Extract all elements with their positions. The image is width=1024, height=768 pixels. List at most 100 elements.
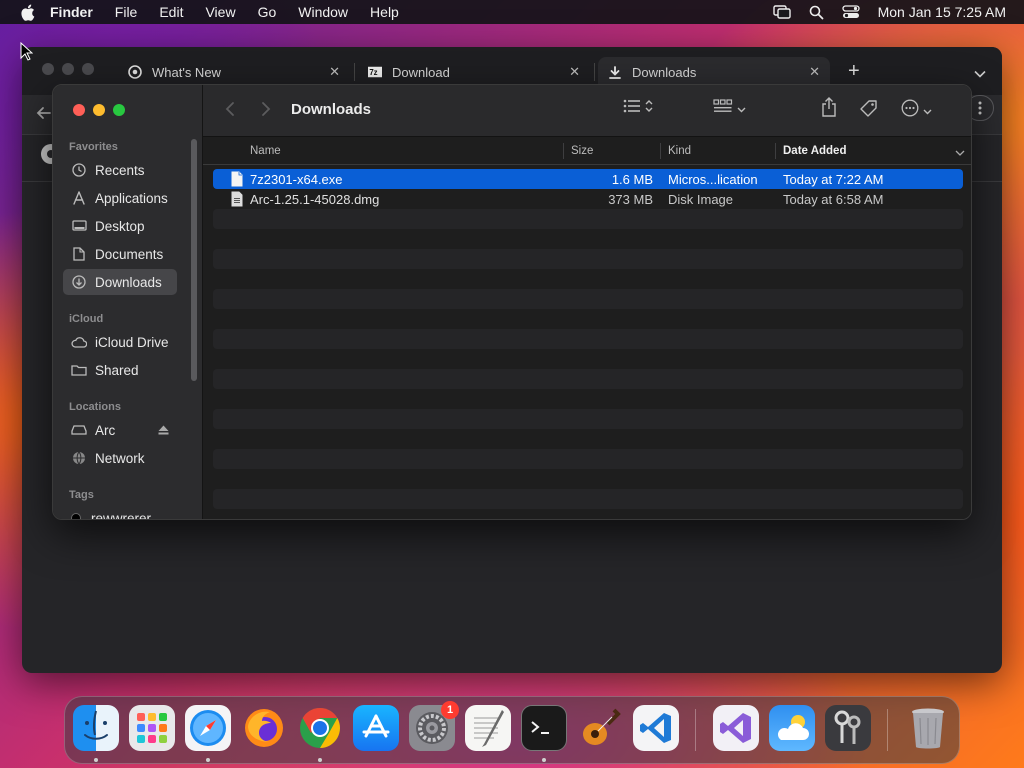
tab-close-icon[interactable]: ✕ <box>569 64 580 80</box>
column-header: Name Size Kind Date Added <box>203 137 971 165</box>
dock-finder-icon[interactable] <box>73 705 119 751</box>
sidebar-item-shared[interactable]: Shared <box>63 357 177 383</box>
dock-chrome-icon[interactable] <box>297 705 343 751</box>
new-tab-button[interactable]: + <box>848 61 860 81</box>
dock-firefox-icon[interactable] <box>241 705 287 751</box>
sidebar-item-label: Recents <box>95 162 145 178</box>
clock-icon <box>71 162 87 178</box>
sidebar-item-applications[interactable]: Applications <box>63 185 177 211</box>
file-row[interactable]: Arc-1.25.1-45028.dmg 373 MB Disk Image T… <box>213 189 963 209</box>
column-divider[interactable] <box>660 143 661 159</box>
browser-tab-download[interactable]: 7z Download ✕ <box>358 57 590 87</box>
dock-app-store-icon[interactable] <box>353 705 399 751</box>
browser-tab-whats-new[interactable]: What's New ✕ <box>118 57 350 87</box>
notification-badge: 1 <box>441 701 459 719</box>
group-by-button[interactable] <box>713 99 746 118</box>
file-name: 7z2301-x64.exe <box>250 172 343 187</box>
menu-go[interactable]: Go <box>258 4 277 20</box>
back-chevron-icon[interactable] <box>225 101 235 122</box>
tab-close-icon[interactable]: ✕ <box>809 64 820 80</box>
empty-row <box>213 429 963 449</box>
tab-title: What's New <box>152 64 221 80</box>
dock: 1 <box>64 696 960 764</box>
minimize-button[interactable] <box>93 104 105 116</box>
dock-visual-studio-icon[interactable] <box>713 705 759 751</box>
menu-view[interactable]: View <box>205 4 235 20</box>
sidebar-item-recents[interactable]: Recents <box>63 157 177 183</box>
sidebar-item-label: Applications <box>95 190 168 206</box>
mouse-cursor-icon <box>20 41 34 66</box>
dock-vscode-icon[interactable] <box>633 705 679 751</box>
menu-app-name[interactable]: Finder <box>50 4 93 20</box>
column-kind[interactable]: Kind <box>668 145 691 157</box>
menu-window[interactable]: Window <box>298 4 348 20</box>
dock-garageband-icon[interactable] <box>577 705 623 751</box>
share-button[interactable] <box>821 97 837 122</box>
tab-separator <box>594 63 595 81</box>
menu-clock[interactable]: Mon Jan 15 7:25 AM <box>878 4 1006 20</box>
back-arrow-icon[interactable] <box>36 105 52 126</box>
sidebar-item-downloads[interactable]: Downloads <box>63 269 177 295</box>
column-date-added[interactable]: Date Added <box>783 145 846 157</box>
spotlight-search-icon[interactable] <box>809 5 824 20</box>
browser-close-button[interactable] <box>42 63 54 75</box>
sidebar-scrollbar[interactable] <box>191 139 197 381</box>
dock-safari-icon[interactable] <box>185 705 231 751</box>
zoom-button[interactable] <box>113 104 125 116</box>
sidebar-item-label: Network <box>95 450 145 466</box>
tab-close-icon[interactable]: ✕ <box>329 64 340 80</box>
file-size: 373 MB <box>608 192 653 207</box>
tags-button[interactable] <box>859 99 879 124</box>
sidebar-section-tags: Tags <box>69 489 94 501</box>
sidebar-section-locations: Locations <box>69 401 121 413</box>
browser-zoom-button[interactable] <box>82 63 94 75</box>
forward-chevron-icon[interactable] <box>261 101 271 122</box>
tab-separator <box>354 63 355 81</box>
sidebar-item-desktop[interactable]: Desktop <box>63 213 177 239</box>
action-menu-button[interactable] <box>901 99 932 122</box>
column-divider[interactable] <box>775 143 776 159</box>
file-kind: Disk Image <box>668 192 734 207</box>
dock-weather-icon[interactable] <box>769 705 815 751</box>
sidebar-item-label: Downloads <box>95 274 162 290</box>
dock-divider <box>887 709 888 751</box>
desktop-icon <box>71 218 87 234</box>
window-title: Downloads <box>291 101 372 118</box>
browser-minimize-button[interactable] <box>62 63 74 75</box>
column-divider[interactable] <box>563 143 564 159</box>
sidebar-item-tag[interactable]: rewwrerer <box>63 505 177 519</box>
menu-help[interactable]: Help <box>370 4 399 20</box>
list-view-button[interactable] <box>623 99 653 118</box>
screen-mirroring-icon[interactable] <box>772 5 791 19</box>
empty-row <box>213 389 963 409</box>
apple-menu-icon[interactable] <box>18 3 36 21</box>
dock-trash-icon[interactable] <box>905 705 951 751</box>
empty-row <box>213 289 963 309</box>
sidebar-section-favorites: Favorites <box>69 141 118 153</box>
sidebar-item-icloud-drive[interactable]: iCloud Drive <box>63 329 177 355</box>
dock-launchpad-icon[interactable] <box>129 705 175 751</box>
chevron-down-icon[interactable] <box>974 65 986 83</box>
menu-file[interactable]: File <box>115 4 138 20</box>
dock-textedit-icon[interactable] <box>465 705 511 751</box>
dock-keychain-icon[interactable] <box>825 705 871 751</box>
column-name[interactable]: Name <box>250 145 281 157</box>
column-size[interactable]: Size <box>571 145 593 157</box>
window-controls <box>73 104 125 116</box>
cloud-icon <box>71 334 87 350</box>
file-row[interactable]: 7z2301-x64.exe 1.6 MB Micros...lication … <box>213 169 963 189</box>
sidebar-item-documents[interactable]: Documents <box>63 241 177 267</box>
dock-terminal-icon[interactable] <box>521 705 567 751</box>
browser-tab-downloads[interactable]: Downloads ✕ <box>598 57 830 87</box>
control-center-icon[interactable] <box>841 5 860 19</box>
sort-chevron-down-icon[interactable] <box>955 147 965 159</box>
sidebar-item-arc[interactable]: Arc <box>63 417 177 443</box>
tag-color-dot <box>71 513 81 519</box>
empty-row <box>213 309 963 329</box>
tab-title: Download <box>392 64 450 80</box>
close-button[interactable] <box>73 104 85 116</box>
menu-edit[interactable]: Edit <box>159 4 183 20</box>
eject-icon[interactable] <box>158 423 169 438</box>
finder-window: Favorites Recents Applications Desktop D… <box>52 84 972 520</box>
sidebar-item-network[interactable]: Network <box>63 445 177 471</box>
